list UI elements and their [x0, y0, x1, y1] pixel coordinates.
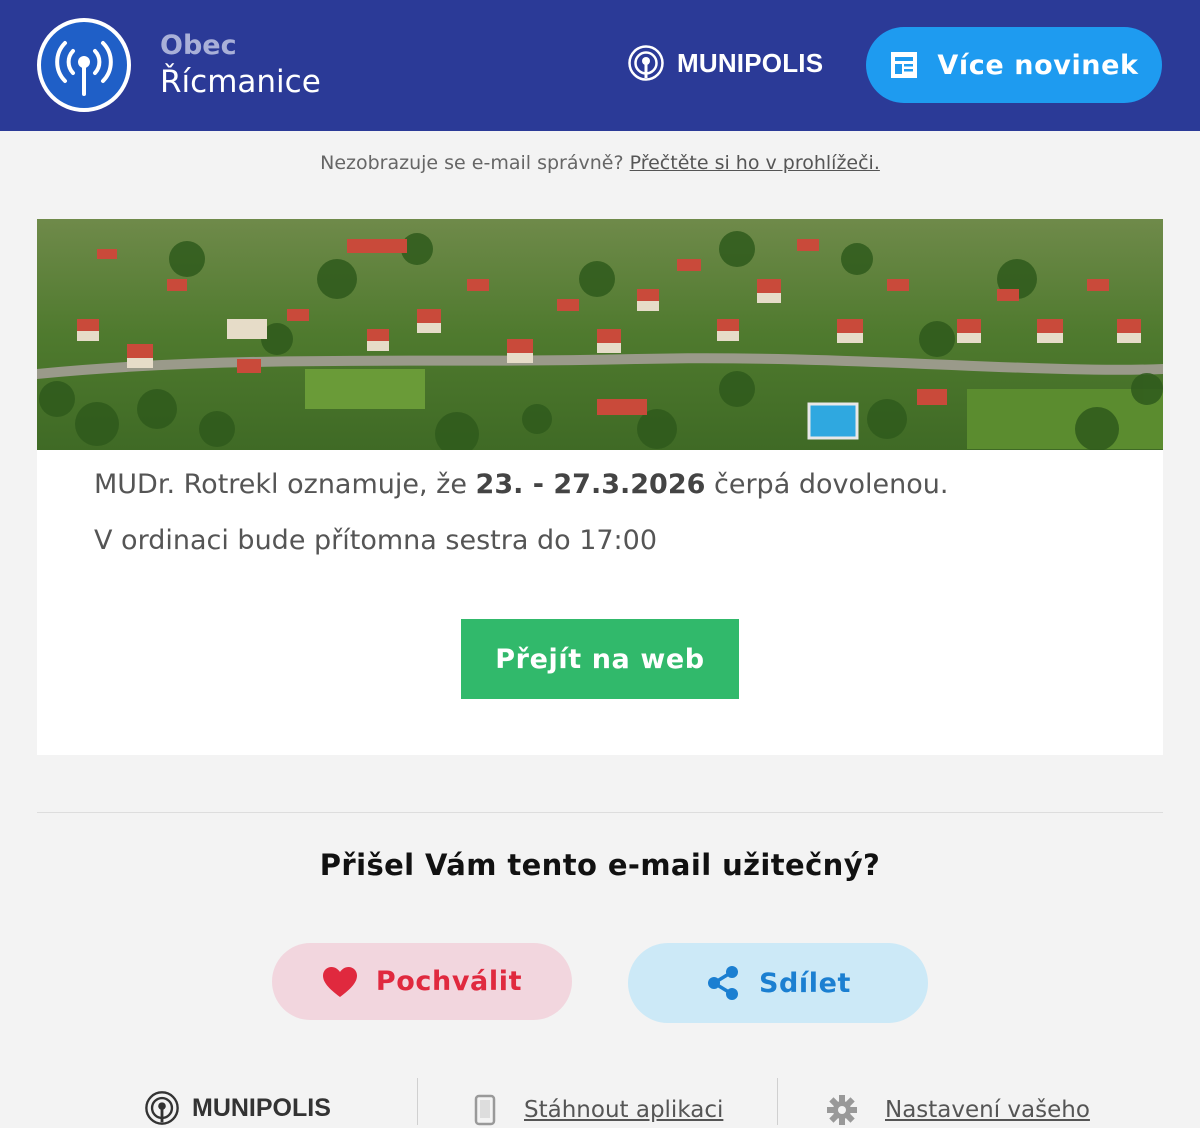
announcement-dates: 23. - 27.3.2026 — [475, 469, 706, 500]
munipolis-icon — [145, 1091, 179, 1125]
browser-view-notice: Nezobrazuje se e-mail správně? Přečtěte … — [0, 152, 1200, 174]
feedback-question: Přišel Vám tento e-mail užitečný? — [319, 848, 881, 882]
download-app-label: Stáhnout aplikaci — [524, 1097, 724, 1123]
more-news-button[interactable]: Více novinek — [866, 27, 1162, 103]
announcement-text-start: MUDr. Rotrekl oznamuje, že — [94, 469, 476, 500]
more-news-label: Více novinek — [937, 49, 1139, 81]
praise-label: Pochválit — [375, 966, 523, 997]
share-label: Sdílet — [758, 967, 852, 999]
share-button[interactable]: Sdílet — [628, 943, 928, 1023]
settings-link[interactable]: Nastavení vašeho — [826, 1094, 1090, 1126]
announcement-line-2: V ordinaci bude přítomna sestra do 17:00 — [94, 525, 658, 556]
footer-munipolis-wordmark: MUNIPOLIS — [192, 1093, 331, 1122]
newspaper-icon — [891, 52, 918, 78]
municipality-name: Řícmanice — [160, 64, 321, 100]
footer-separator — [417, 1078, 418, 1125]
view-in-browser-link[interactable]: Přečtěte si ho v prohlížeči. — [630, 152, 880, 174]
share-icon — [707, 966, 738, 1000]
footer-munipolis-logo[interactable]: MUNIPOLIS — [144, 1088, 331, 1128]
brand-prefix: Obec — [160, 30, 237, 61]
settings-label: Nastavení vašeho — [885, 1097, 1090, 1123]
munipolis-logo[interactable]: MUNIPOLIS — [627, 44, 823, 82]
notice-text: Nezobrazuje se e-mail správně? — [320, 152, 624, 174]
broadcast-icon — [55, 41, 113, 96]
munipolis-icon — [628, 45, 664, 81]
announcement-line-1: MUDr. Rotrekl oznamuje, že 23. - 27.3.20… — [94, 469, 948, 500]
article-card: MUDr. Rotrekl oznamuje, že 23. - 27.3.20… — [37, 219, 1163, 755]
go-to-web-button[interactable]: Přejít na web — [461, 619, 739, 699]
heart-icon — [322, 966, 357, 997]
smartphone-icon — [474, 1094, 496, 1126]
village-aerial-image — [37, 219, 1163, 450]
footer-separator — [777, 1078, 778, 1125]
section-divider — [37, 812, 1163, 813]
gear-icon — [827, 1095, 857, 1125]
munipolis-wordmark: MUNIPOLIS — [677, 47, 824, 78]
download-app-link[interactable]: Stáhnout aplikaci — [474, 1094, 723, 1126]
header-bar: Obec Řícmanice MUNIPOLIS Více novinek — [0, 0, 1200, 131]
announcement-text-end: čerpá dovolenou. — [714, 469, 949, 500]
praise-button[interactable]: Pochválit — [272, 943, 572, 1020]
municipality-logo[interactable] — [37, 18, 131, 112]
